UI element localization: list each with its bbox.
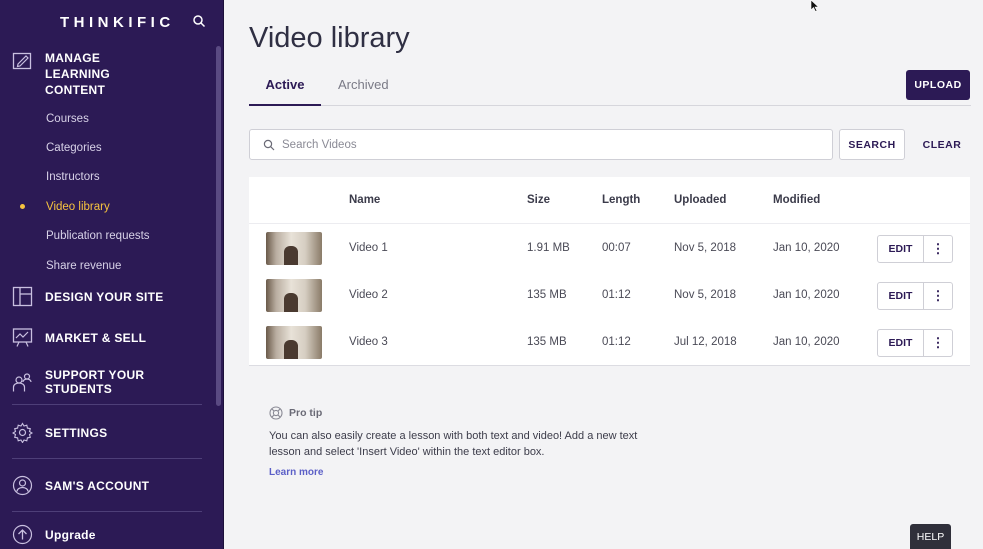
sidebar-item-label: Video library: [46, 200, 110, 213]
table-row[interactable]: Video 1 1.91 MB 00:07 Nov 5, 2018 Jan 10…: [249, 225, 970, 272]
search-icon[interactable]: [192, 14, 206, 28]
column-header-modified: Modified: [773, 194, 821, 206]
logo-row: THINKIFIC: [0, 0, 223, 44]
section-label: SETTINGS: [45, 425, 108, 440]
video-modified: Jan 10, 2020: [773, 336, 840, 348]
video-uploaded: Nov 5, 2018: [674, 289, 737, 301]
thinkific-logo[interactable]: THINKIFIC: [60, 14, 175, 31]
search-button[interactable]: SEARCH: [839, 129, 905, 160]
edit-button[interactable]: EDIT: [877, 329, 924, 357]
video-size: 1.91 MB: [527, 242, 570, 254]
gear-icon: [12, 422, 33, 443]
clear-button[interactable]: CLEAR: [916, 129, 968, 160]
sidebar-item-courses[interactable]: Courses: [0, 104, 214, 133]
video-name: Video 2: [349, 289, 388, 301]
sidebar-divider: [12, 404, 202, 405]
video-name: Video 1: [349, 242, 388, 254]
people-icon: [12, 372, 32, 391]
search-box: [249, 129, 833, 160]
upload-button[interactable]: UPLOAD: [906, 70, 970, 100]
sidebar-item-share-revenue[interactable]: Share revenue: [0, 251, 214, 280]
layout-icon: [12, 286, 33, 307]
section-label: MANAGE LEARNING CONTENT: [45, 51, 111, 97]
user-circle-icon: [12, 475, 33, 496]
video-length: 01:12: [602, 336, 631, 348]
pro-tip: Pro tip You can also easily create a les…: [269, 406, 669, 478]
section-settings[interactable]: SETTINGS: [0, 422, 214, 443]
sidebar-item-video-library[interactable]: Video library: [0, 192, 214, 221]
sidebar-divider: [12, 511, 202, 512]
tab-archived[interactable]: Archived: [338, 77, 389, 106]
table-header: Name Size Length Uploaded Modified: [249, 177, 970, 224]
active-dot-icon: [20, 204, 25, 210]
column-header-uploaded: Uploaded: [674, 194, 727, 206]
tab-bar: Active Archived: [249, 70, 971, 106]
video-thumbnail[interactable]: [266, 279, 322, 312]
search-input[interactable]: [282, 138, 832, 151]
video-size: 135 MB: [527, 289, 567, 301]
section-support-your-students[interactable]: SUPPORT YOUR STUDENTS: [0, 368, 214, 396]
video-uploaded: Nov 5, 2018: [674, 242, 737, 254]
pro-tip-heading: Pro tip: [269, 406, 669, 420]
sidebar-item-label: Share revenue: [46, 259, 122, 272]
edit-board-icon: [12, 52, 32, 70]
sidebar-item-label: Courses: [46, 112, 89, 125]
upgrade-arrow-icon: [12, 524, 33, 545]
video-table: Name Size Length Uploaded Modified Video…: [249, 177, 970, 366]
nav-manage-learning: MANAGE LEARNING CONTENT Courses Categori…: [0, 50, 214, 280]
section-label: Upgrade: [45, 527, 96, 542]
section-market-and-sell[interactable]: MARKET & SELL: [0, 327, 214, 348]
mouse-cursor-icon: [810, 0, 820, 12]
search-icon: [263, 139, 275, 150]
video-modified: Jan 10, 2020: [773, 242, 840, 254]
presentation-chart-icon: [12, 328, 33, 347]
table-row[interactable]: Video 3 135 MB 01:12 Jul 12, 2018 Jan 10…: [249, 319, 970, 366]
sidebar-item-label: Publication requests: [46, 230, 150, 243]
main-content: Video library Active Archived UPLOAD SEA…: [224, 0, 983, 549]
more-options-button[interactable]: ⋮: [923, 235, 953, 263]
video-size: 135 MB: [527, 336, 567, 348]
sidebar-item-publication-requests[interactable]: Publication requests: [0, 222, 214, 251]
video-length: 00:07: [602, 242, 631, 254]
page-title: Video library: [249, 22, 410, 54]
sidebar-item-label: Instructors: [46, 171, 100, 184]
video-length: 01:12: [602, 289, 631, 301]
more-options-button[interactable]: ⋮: [923, 282, 953, 310]
video-thumbnail[interactable]: [266, 232, 322, 265]
section-sams-account[interactable]: SAM'S ACCOUNT: [0, 475, 214, 496]
table-row[interactable]: Video 2 135 MB 01:12 Nov 5, 2018 Jan 10,…: [249, 272, 970, 319]
edit-button[interactable]: EDIT: [877, 235, 924, 263]
column-header-size: Size: [527, 194, 551, 206]
section-label: SUPPORT YOUR STUDENTS: [45, 368, 145, 396]
section-design-your-site[interactable]: DESIGN YOUR SITE: [0, 286, 214, 307]
column-header-name: Name: [349, 194, 381, 206]
section-label: SAM'S ACCOUNT: [45, 478, 150, 493]
edit-button[interactable]: EDIT: [877, 282, 924, 310]
video-name: Video 3: [349, 336, 388, 348]
pro-tip-title: Pro tip: [289, 407, 323, 419]
lifebuoy-icon: [269, 406, 283, 420]
help-button[interactable]: HELP: [910, 524, 951, 549]
sidebar: THINKIFIC MANAGE LEARNING CONTENT Course…: [0, 0, 224, 549]
more-options-button[interactable]: ⋮: [923, 329, 953, 357]
section-upgrade[interactable]: Upgrade: [0, 524, 214, 545]
video-thumbnail[interactable]: [266, 326, 322, 359]
sidebar-item-instructors[interactable]: Instructors: [0, 163, 214, 192]
video-uploaded: Jul 12, 2018: [674, 336, 737, 348]
sidebar-divider: [12, 458, 202, 459]
learn-more-link[interactable]: Learn more: [269, 467, 669, 478]
column-header-length: Length: [602, 194, 641, 206]
tab-active[interactable]: Active: [249, 77, 321, 106]
section-label: DESIGN YOUR SITE: [45, 289, 164, 304]
sidebar-scrollbar[interactable]: [216, 46, 221, 406]
sidebar-item-label: Categories: [46, 142, 102, 155]
section-label: MARKET & SELL: [45, 330, 147, 345]
video-modified: Jan 10, 2020: [773, 289, 840, 301]
pro-tip-text: You can also easily create a lesson with…: [269, 430, 638, 458]
sidebar-item-categories[interactable]: Categories: [0, 133, 214, 162]
section-manage-learning-content[interactable]: MANAGE LEARNING CONTENT: [0, 50, 214, 98]
